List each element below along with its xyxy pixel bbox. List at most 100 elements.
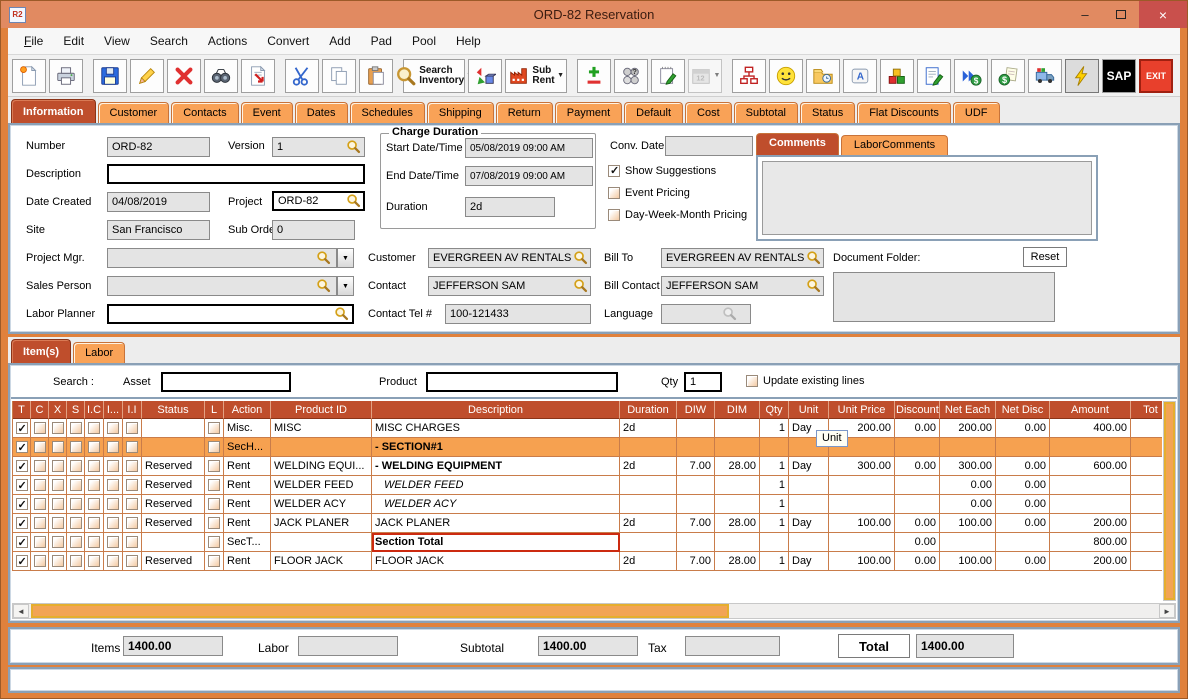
add-line-button[interactable] — [577, 59, 611, 93]
tab-comments[interactable]: Comments — [756, 133, 839, 155]
column-header-status[interactable]: Status — [142, 401, 205, 419]
cell-s[interactable] — [67, 533, 85, 552]
cell-amount[interactable]: 800.00 — [1050, 533, 1131, 552]
checkbox[interactable] — [70, 422, 82, 434]
print-button[interactable] — [49, 59, 83, 93]
cell-description[interactable]: JACK PLANER — [372, 514, 620, 533]
cell-x[interactable] — [49, 419, 67, 438]
checkbox[interactable] — [52, 517, 64, 529]
cell-duration[interactable] — [620, 438, 677, 457]
column-header-dim[interactable]: DIM — [715, 401, 760, 419]
cell-c[interactable] — [31, 495, 49, 514]
tab-contacts[interactable]: Contacts — [171, 102, 238, 123]
checkbox[interactable] — [16, 460, 28, 472]
cell-status[interactable]: Reserved — [142, 514, 205, 533]
checkbox[interactable] — [16, 479, 28, 491]
cell-product-id[interactable]: WELDER ACY — [271, 495, 372, 514]
checkbox[interactable] — [70, 498, 82, 510]
exit-button[interactable]: EXIT — [1139, 59, 1173, 93]
cell-net-disc[interactable]: 0.00 — [996, 552, 1050, 571]
table-row[interactable]: ReservedRentWELDING EQUI...- WELDING EQU… — [12, 457, 1162, 476]
menu-add[interactable]: Add — [319, 30, 360, 52]
update-existing-checkbox[interactable] — [746, 375, 758, 387]
cell-ii[interactable] — [123, 552, 142, 571]
checkbox[interactable] — [70, 517, 82, 529]
checkbox[interactable] — [16, 536, 28, 548]
cut-button[interactable] — [285, 59, 319, 93]
cell-ic[interactable] — [85, 457, 104, 476]
column-header-net-each[interactable]: Net Each — [940, 401, 996, 419]
cell-ic[interactable] — [85, 419, 104, 438]
tab-status[interactable]: Status — [800, 102, 855, 123]
checkbox[interactable] — [208, 555, 220, 567]
language-field[interactable] — [661, 304, 751, 324]
cell-dim[interactable]: 28.00 — [715, 552, 760, 571]
customer-field[interactable]: EVERGREEN AV RENTALS — [428, 248, 591, 268]
cell-idots[interactable] — [104, 476, 123, 495]
cell-c[interactable] — [31, 476, 49, 495]
cell-t[interactable] — [13, 419, 31, 438]
column-header-i-i[interactable]: I.I — [123, 401, 142, 419]
cell-ii[interactable] — [123, 457, 142, 476]
cell-diw[interactable] — [677, 438, 715, 457]
cell-x[interactable] — [49, 514, 67, 533]
quick-action-button[interactable] — [1065, 59, 1099, 93]
checkbox[interactable] — [107, 536, 119, 548]
comments-area[interactable] — [762, 161, 1092, 235]
edit-button[interactable] — [130, 59, 164, 93]
tab-schedules[interactable]: Schedules — [350, 102, 425, 123]
cell-action[interactable]: SecH... — [224, 438, 271, 457]
tab-dates[interactable]: Dates — [295, 102, 348, 123]
cell-idots[interactable] — [104, 419, 123, 438]
tab-payment[interactable]: Payment — [555, 102, 622, 123]
notes-button[interactable] — [651, 59, 685, 93]
cell-ic[interactable] — [85, 552, 104, 571]
close-button[interactable]: × — [1139, 1, 1187, 28]
cell-c[interactable] — [31, 533, 49, 552]
cell-diw[interactable] — [677, 495, 715, 514]
menu-edit[interactable]: Edit — [53, 30, 94, 52]
cell-ii[interactable] — [123, 514, 142, 533]
cell-s[interactable] — [67, 419, 85, 438]
cell-unit[interactable]: Day — [789, 457, 829, 476]
column-header-product-id[interactable]: Product ID — [271, 401, 372, 419]
cell-tot[interactable] — [1131, 552, 1162, 571]
column-header-qty[interactable]: Qty — [760, 401, 789, 419]
checkbox[interactable] — [70, 479, 82, 491]
option-event-pricing[interactable]: Event Pricing — [608, 187, 690, 199]
cell-ic[interactable] — [85, 495, 104, 514]
cell-description[interactable]: WELDER ACY — [372, 495, 620, 514]
cell-l[interactable] — [205, 552, 224, 571]
cell-l[interactable] — [205, 533, 224, 552]
cell-product-id[interactable]: WELDING EQUI... — [271, 457, 372, 476]
cell-ii[interactable] — [123, 533, 142, 552]
cell-duration[interactable]: 2d — [620, 514, 677, 533]
checkbox[interactable] — [52, 536, 64, 548]
cell-t[interactable] — [13, 438, 31, 457]
cell-net-disc[interactable]: 0.00 — [996, 514, 1050, 533]
minimize-button[interactable]: – — [1067, 1, 1103, 28]
cell-unit-price[interactable]: 100.00 — [829, 552, 895, 571]
checkbox[interactable] — [208, 460, 220, 472]
checkbox[interactable] — [34, 441, 46, 453]
vertical-scrollbar[interactable] — [1163, 401, 1176, 601]
cell-x[interactable] — [49, 476, 67, 495]
column-header-action[interactable]: Action — [224, 401, 271, 419]
checkbox[interactable] — [608, 165, 620, 177]
cell-dim[interactable] — [715, 438, 760, 457]
cell-description[interactable]: - SECTION#1 — [372, 438, 620, 457]
contact-field[interactable]: JEFFERSON SAM — [428, 276, 591, 296]
cell-product-id[interactable] — [271, 533, 372, 552]
cell-net-each[interactable]: 300.00 — [940, 457, 996, 476]
checkbox[interactable] — [34, 555, 46, 567]
cell-l[interactable] — [205, 495, 224, 514]
checkbox[interactable] — [88, 536, 100, 548]
reset-button[interactable]: Reset — [1023, 247, 1067, 267]
org-chart-button[interactable] — [732, 59, 766, 93]
sales-person-lookup-icon[interactable] — [316, 278, 331, 293]
tab-customer[interactable]: Customer — [98, 102, 170, 123]
column-header-net-disc[interactable]: Net Disc — [996, 401, 1050, 419]
tab-udf[interactable]: UDF — [953, 102, 1000, 123]
checkbox[interactable] — [107, 460, 119, 472]
menu-pool[interactable]: Pool — [402, 30, 446, 52]
